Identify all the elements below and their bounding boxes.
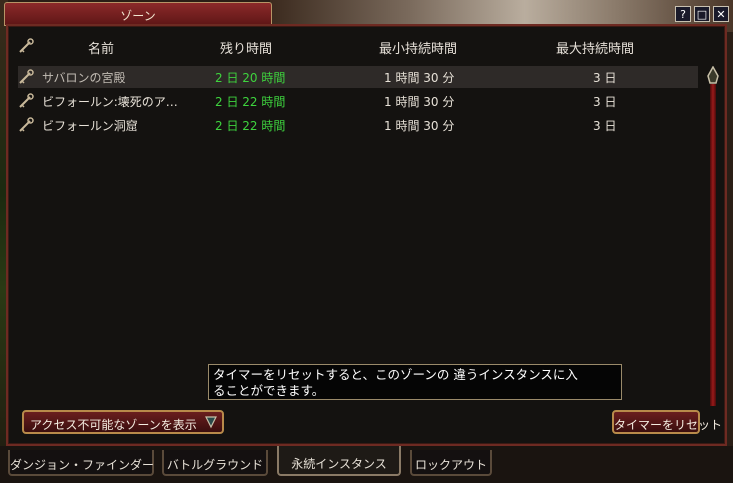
- column-header-max-duration[interactable]: 最大持続時間: [556, 38, 634, 57]
- key-icon: [19, 69, 34, 84]
- zone-row[interactable]: サバロンの宮殿 2 日 20 時間 1 時間 30 分 3 日: [18, 66, 698, 88]
- column-header-min-duration[interactable]: 最小持続時間: [379, 38, 457, 57]
- zone-remaining-time: 2 日 22 時間: [215, 95, 286, 109]
- tab-label: バトルグラウンド: [166, 458, 264, 472]
- zone-name: サバロンの宮殿: [42, 71, 126, 85]
- tab-persistent-instances[interactable]: 永続インスタンス: [277, 446, 401, 476]
- list-header: 名前 残り時間 最小持続時間 最大持続時間: [8, 38, 725, 58]
- tab-dungeon-finder[interactable]: ダンジョン・ファインダー: [8, 450, 154, 476]
- key-icon: [19, 38, 34, 53]
- chevron-down-icon: [205, 416, 217, 429]
- zone-max-duration: 3 日: [593, 119, 617, 133]
- reset-timer-label: タイマーをリセット: [614, 418, 723, 432]
- key-icon: [19, 93, 34, 108]
- zone-min-duration: 1 時間 30 分: [384, 71, 455, 85]
- zone-name: ビフォールン洞窟: [42, 119, 138, 133]
- zone-min-duration: 1 時間 30 分: [384, 119, 455, 133]
- tab-label: 永続インスタンス: [291, 457, 387, 471]
- show-inaccessible-zones-toggle[interactable]: アクセス不可能なゾーンを表示: [22, 410, 224, 434]
- key-icon: [19, 117, 34, 132]
- zone-remaining-time: 2 日 22 時間: [215, 119, 286, 133]
- scrollbar-track[interactable]: [710, 84, 716, 406]
- zone-max-duration: 3 日: [593, 71, 617, 85]
- zone-list: サバロンの宮殿 2 日 20 時間 1 時間 30 分 3 日 ビフォールン:壊…: [18, 66, 698, 366]
- zone-max-duration: 3 日: [593, 95, 617, 109]
- tab-battleground[interactable]: バトルグラウンド: [162, 450, 268, 476]
- bottom-tab-bar: ダンジョン・ファインダー バトルグラウンド 永続インスタンス ロックアウト: [0, 446, 733, 483]
- minimize-button[interactable]: □: [694, 6, 710, 22]
- tooltip-line: タイマーをリセットすると、このゾーンの 違うインスタンスに入: [213, 367, 578, 382]
- column-header-remaining[interactable]: 残り時間: [220, 38, 272, 57]
- column-header-name[interactable]: 名前: [88, 38, 114, 57]
- tab-label: ロックアウト: [414, 458, 487, 472]
- window-controls: ? □ ✕: [675, 6, 729, 22]
- zone-row[interactable]: ビフォールン洞窟 2 日 22 時間 1 時間 30 分 3 日: [18, 114, 698, 136]
- close-button[interactable]: ✕: [713, 6, 729, 22]
- list-scrollbar[interactable]: [705, 66, 721, 406]
- window-title: ゾーン: [120, 9, 156, 23]
- zone-row[interactable]: ビフォールン:壊死のア… 2 日 22 時間 1 時間 30 分 3 日: [18, 90, 698, 112]
- tooltip-line: ることができます。: [213, 383, 325, 398]
- window-title-tab[interactable]: ゾーン: [4, 2, 272, 26]
- reset-tooltip: タイマーをリセットすると、このゾーンの 違うインスタンスに入 ることができます。: [208, 364, 622, 400]
- reset-timer-button[interactable]: タイマーをリセット: [612, 410, 723, 434]
- zone-name: ビフォールン:壊死のア…: [42, 95, 178, 109]
- tab-lockout[interactable]: ロックアウト: [410, 450, 492, 476]
- scrollbar-up-arrow-icon[interactable]: [706, 66, 720, 84]
- show-inaccessible-label: アクセス不可能なゾーンを表示: [30, 418, 197, 432]
- zone-min-duration: 1 時間 30 分: [384, 95, 455, 109]
- tab-label: ダンジョン・ファインダー: [10, 458, 155, 472]
- zone-remaining-time: 2 日 20 時間: [215, 71, 286, 85]
- help-button[interactable]: ?: [675, 6, 691, 22]
